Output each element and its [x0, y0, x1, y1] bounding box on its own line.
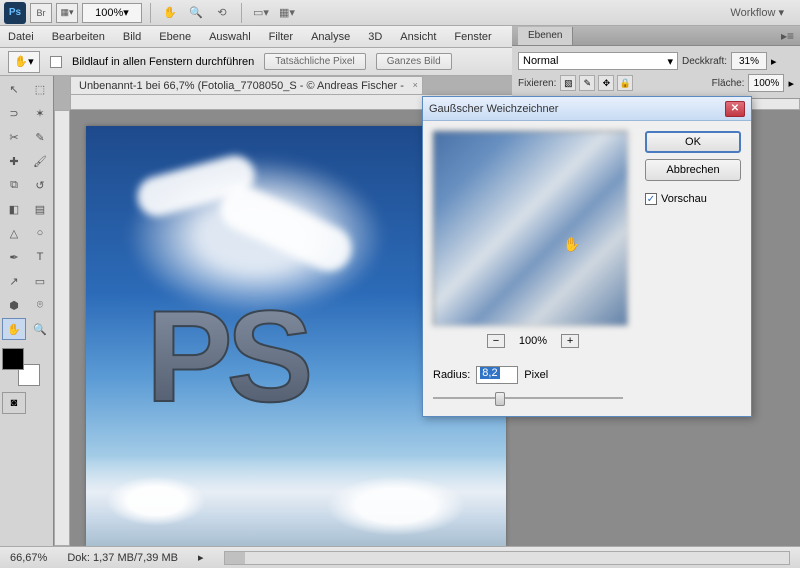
color-swatches[interactable]	[2, 348, 40, 386]
menu-ebene[interactable]: Ebene	[159, 31, 191, 43]
slider-thumb[interactable]	[495, 392, 505, 406]
dialog-title: Gaußscher Weichzeichner	[429, 103, 558, 115]
hand-icon[interactable]: ✋	[159, 3, 181, 23]
radius-slider[interactable]	[433, 390, 623, 406]
scroll-all-label: Bildlauf in allen Fenstern durchführen	[72, 56, 254, 68]
filter-preview[interactable]	[433, 131, 628, 326]
fill-label: Fläche:	[712, 78, 745, 89]
radius-input[interactable]: 8,2	[476, 366, 518, 384]
3d-tool-icon[interactable]: ⬢	[2, 294, 26, 316]
eyedropper-tool-icon[interactable]: ✎	[28, 126, 52, 148]
tools-panel: ↖ ⬚ ⊃ ✶ ✂ ✎ ✚ 🖌 ⧉ ↺ ◧ ▤ △ ○ ✒ T ↗ ▭ ⬢ ⌾ …	[0, 76, 54, 546]
menu-3d[interactable]: 3D	[368, 31, 382, 43]
radius-unit: Pixel	[524, 369, 548, 381]
lock-position-icon[interactable]: ✥	[598, 75, 614, 91]
fit-screen-button[interactable]: Ganzes Bild	[376, 53, 452, 70]
preview-zoom-level: 100%	[519, 335, 547, 347]
layers-tab[interactable]: Ebenen	[518, 27, 573, 45]
gaussian-blur-dialog: Gaußscher Weichzeichner ✕ ✋ − 100% + Rad…	[422, 96, 752, 417]
menu-bearbeiten[interactable]: Bearbeiten	[52, 31, 105, 43]
gradient-tool-icon[interactable]: ▤	[28, 198, 52, 220]
history-brush-tool-icon[interactable]: ↺	[28, 174, 52, 196]
bridge-button[interactable]: Br	[30, 3, 52, 23]
blur-tool-icon[interactable]: △	[2, 222, 26, 244]
eraser-tool-icon[interactable]: ◧	[2, 198, 26, 220]
blend-mode-dropdown[interactable]: Normal▾	[518, 52, 678, 70]
hand-cursor-icon: ✋	[563, 236, 580, 253]
layers-panel: Ebenen ▸≡ Normal▾ Deckkraft: 31% ▸ Fixie…	[512, 26, 800, 99]
status-zoom[interactable]: 66,67%	[10, 552, 47, 564]
zoom-in-button[interactable]: +	[561, 334, 579, 348]
brush-tool-icon[interactable]: 🖌	[28, 150, 52, 172]
zoom-icon[interactable]: 🔍	[185, 3, 207, 23]
menu-datei[interactable]: Datei	[8, 31, 34, 43]
panel-menu-icon[interactable]: ▸≡	[781, 29, 794, 43]
pen-tool-icon[interactable]: ✒	[2, 246, 26, 268]
scroll-all-checkbox[interactable]	[50, 56, 62, 68]
radius-label: Radius:	[433, 369, 470, 381]
rotate-icon[interactable]: ⟲	[211, 3, 233, 23]
shape-tool-icon[interactable]: ▭	[28, 270, 52, 292]
dialog-close-button[interactable]: ✕	[725, 101, 745, 117]
preview-checkbox[interactable]: ✓	[645, 193, 657, 205]
tool-preset-picker[interactable]: ✋▾	[8, 51, 40, 73]
document-tab[interactable]: Unbenannt-1 bei 66,7% (Fotolia_7708050_S…	[70, 76, 423, 94]
fill-flyout-icon[interactable]: ▸	[788, 77, 794, 90]
hand-tool-icon[interactable]: ✋	[2, 318, 26, 340]
menu-bild[interactable]: Bild	[123, 31, 141, 43]
lock-pixels-icon[interactable]: ✎	[579, 75, 595, 91]
zoom-tool-icon[interactable]: 🔍	[28, 318, 52, 340]
status-docsize: Dok: 1,37 MB/7,39 MB	[67, 552, 178, 564]
grid-icon[interactable]: ▦▾	[276, 3, 298, 23]
menu-auswahl[interactable]: Auswahl	[209, 31, 251, 43]
zoom-level-dropdown[interactable]: 100% ▾	[82, 3, 142, 23]
screen-mode-button[interactable]: ▦▾	[56, 3, 78, 23]
dodge-tool-icon[interactable]: ○	[28, 222, 52, 244]
status-flyout-icon[interactable]: ▸	[198, 551, 204, 564]
app-header: Ps Br ▦▾ 100% ▾ ✋ 🔍 ⟲ ▭▾ ▦▾ Workflow ▾	[0, 0, 800, 26]
camera-tool-icon[interactable]: ⌾	[28, 294, 52, 316]
path-tool-icon[interactable]: ↗	[2, 270, 26, 292]
arrange-icon[interactable]: ▭▾	[250, 3, 272, 23]
marquee-tool-icon[interactable]: ⬚	[28, 78, 52, 100]
menu-ansicht[interactable]: Ansicht	[400, 31, 436, 43]
move-tool-icon[interactable]: ↖	[2, 78, 26, 100]
menu-analyse[interactable]: Analyse	[311, 31, 350, 43]
photoshop-logo: Ps	[4, 2, 26, 24]
lock-all-icon[interactable]: 🔒	[617, 75, 633, 91]
lock-label: Fixieren:	[518, 78, 556, 89]
vertical-ruler	[54, 110, 70, 546]
zoom-out-button[interactable]: −	[487, 334, 505, 348]
opacity-input[interactable]: 31%	[731, 52, 767, 70]
menu-filter[interactable]: Filter	[269, 31, 293, 43]
cancel-button[interactable]: Abbrechen	[645, 159, 741, 181]
dialog-titlebar[interactable]: Gaußscher Weichzeichner ✕	[423, 97, 751, 121]
ok-button[interactable]: OK	[645, 131, 741, 153]
opacity-flyout-icon[interactable]: ▸	[771, 55, 777, 68]
type-tool-icon[interactable]: T	[28, 246, 52, 268]
lasso-tool-icon[interactable]: ⊃	[2, 102, 26, 124]
canvas-text-layer: PS	[146, 281, 307, 431]
preview-label: Vorschau	[661, 193, 707, 205]
crop-tool-icon[interactable]: ✂	[2, 126, 26, 148]
opacity-label: Deckkraft:	[682, 56, 727, 67]
quickmask-toggle[interactable]: ◙	[2, 392, 26, 414]
actual-pixels-button[interactable]: Tatsächliche Pixel	[264, 53, 365, 70]
fill-input[interactable]: 100%	[748, 74, 784, 92]
foreground-color-swatch[interactable]	[2, 348, 24, 370]
horizontal-scrollbar[interactable]	[224, 551, 790, 565]
menu-fenster[interactable]: Fenster	[454, 31, 491, 43]
workspace-dropdown[interactable]: Workflow ▾	[718, 4, 796, 21]
lock-transparent-icon[interactable]: ▧	[560, 75, 576, 91]
close-tab-icon[interactable]: ×	[413, 80, 418, 90]
quickselect-tool-icon[interactable]: ✶	[28, 102, 52, 124]
status-bar: 66,67% Dok: 1,37 MB/7,39 MB ▸	[0, 546, 800, 568]
heal-tool-icon[interactable]: ✚	[2, 150, 26, 172]
stamp-tool-icon[interactable]: ⧉	[2, 174, 26, 196]
